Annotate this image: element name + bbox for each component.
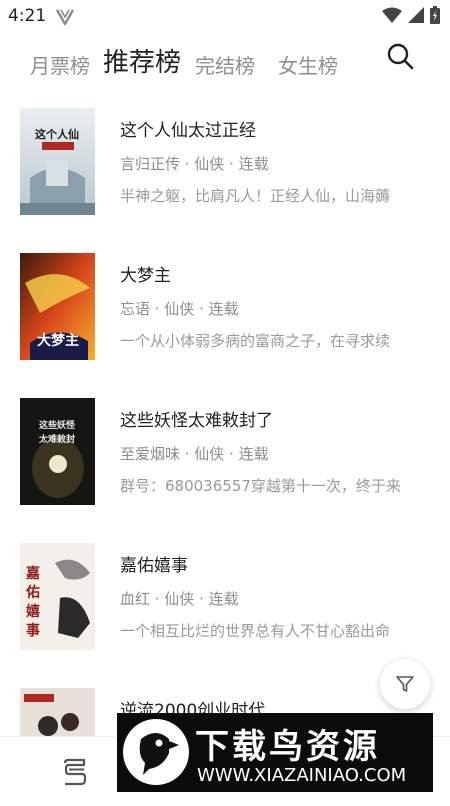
book-description: 群号：680036557穿越第十一次，终于来 [120, 477, 401, 495]
watermark-url: WWW.XIAZAINIAO.COM [197, 765, 407, 786]
book-title: 嘉佑嬉事 [120, 556, 188, 576]
status-bar: 4:21 [0, 0, 450, 34]
book-title: 这些妖怪太难敕封了 [120, 411, 273, 431]
book-meta: 至爱烟味 · 仙侠 · 连载 [120, 445, 269, 463]
svg-text:太难敕封: 太难敕封 [38, 433, 75, 445]
book-description: 半神之躯，比肩凡人！正经人仙，山海薅 [120, 187, 391, 205]
book-item[interactable]: 这些妖怪 太难敕封 这些妖怪太难敕封了 至爱烟味 · 仙侠 · 连载 群号：68… [0, 386, 450, 516]
bookshelf-icon[interactable] [60, 757, 90, 791]
book-meta: 忘语 · 仙侠 · 连载 [120, 300, 239, 318]
status-time: 4:21 [8, 6, 47, 26]
book-title: 大梦主 [120, 266, 171, 286]
svg-text:嬉: 嬉 [26, 603, 40, 620]
book-meta: 血红 · 仙侠 · 连载 [120, 590, 239, 608]
filter-icon [395, 674, 415, 698]
ranking-tabs: 月票榜 推荐榜 完结榜 女生榜 [0, 36, 450, 86]
svg-text:大梦主: 大梦主 [37, 332, 79, 349]
book-cover: 这些妖怪 太难敕封 [20, 398, 95, 505]
svg-text:这个人仙: 这个人仙 [35, 127, 79, 141]
book-cover: 嘉 佑 嬉 事 [20, 543, 95, 650]
search-button[interactable] [386, 42, 420, 76]
book-title: 这个人仙太过正经 [120, 121, 256, 141]
tab-completed[interactable]: 完结榜 [195, 50, 255, 79]
book-item[interactable]: 这个人仙 这个人仙太过正经 言归正传 · 仙侠 · 连载 半神之躯，比肩凡人！正… [0, 96, 450, 226]
wifi-icon [382, 7, 402, 27]
tab-recommended[interactable]: 推荐榜 [103, 42, 181, 79]
search-icon [386, 43, 414, 74]
svg-text:这些妖怪: 这些妖怪 [39, 419, 76, 431]
cellular-signal-icon [408, 7, 424, 27]
v-logo-icon [55, 8, 75, 30]
book-item[interactable]: 大梦主 大梦主 忘语 · 仙侠 · 连载 一个从小体弱多病的富商之子，在寻求续 [0, 241, 450, 371]
tab-female[interactable]: 女生榜 [278, 50, 338, 79]
svg-text:嘉: 嘉 [25, 565, 40, 582]
status-icons [382, 6, 440, 28]
book-description: 一个从小体弱多病的富商之子，在寻求续 [120, 332, 391, 350]
watermark-banner: 下载鸟资源 WWW.XIAZAINIAO.COM [117, 713, 433, 792]
watermark-title: 下载鸟资源 [195, 727, 380, 767]
tab-monthly-ticket[interactable]: 月票榜 [30, 50, 90, 79]
book-meta: 言归正传 · 仙侠 · 连载 [120, 155, 269, 173]
book-description: 一个相互比烂的世界总有人不甘心豁出命 [120, 622, 391, 640]
book-item[interactable]: 嘉 佑 嬉 事 嘉佑嬉事 血红 · 仙侠 · 连载 一个相互比烂的世界总有人不甘… [0, 531, 450, 661]
svg-text:事: 事 [26, 622, 40, 639]
filter-button[interactable] [380, 659, 430, 709]
book-cover: 大梦主 [20, 253, 95, 360]
book-cover: 这个人仙 [20, 108, 95, 215]
bird-logo-icon [123, 719, 189, 785]
battery-icon [430, 6, 440, 28]
svg-text:佑: 佑 [25, 584, 40, 601]
